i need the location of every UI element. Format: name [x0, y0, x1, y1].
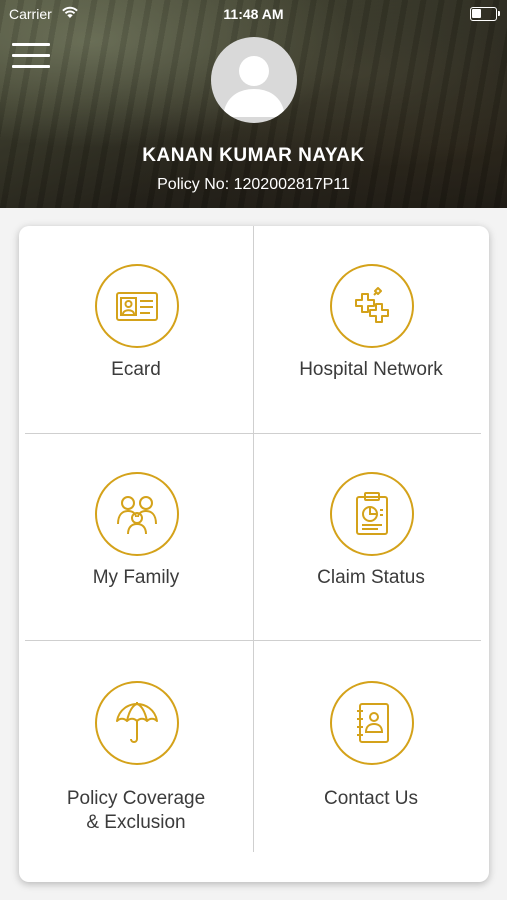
id-card-icon [95, 264, 179, 348]
policy-coverage-label-line1: Policy Coverage [66, 788, 206, 809]
policy-coverage-label-line2: & Exclusion [86, 812, 186, 833]
ecard-label: Ecard [111, 359, 161, 380]
contact-us-label: Contact Us [324, 788, 418, 809]
status-time: 11:48 AM [223, 6, 284, 22]
claim-status-label: Claim Status [317, 567, 425, 588]
ecard-tile[interactable]: Ecard [19, 226, 253, 433]
policy-coverage-label: Policy Coverage & Exclusion [19, 787, 253, 835]
status-bar: Carrier 11:48 AM [0, 0, 507, 28]
hospital-network-tile[interactable]: Hospital Network [254, 226, 488, 433]
hospital-network-label: Hospital Network [299, 359, 443, 380]
user-name: KANAN KUMAR NAYAK [142, 145, 365, 166]
menu-grid-card: Ecard Hospital Network My Family Claim S… [19, 226, 489, 882]
policy-number: Policy No: 1202002817P11 [157, 176, 350, 193]
clipboard-chart-icon [330, 472, 414, 556]
claim-status-tile[interactable]: Claim Status [254, 434, 488, 641]
umbrella-icon [95, 681, 179, 765]
user-avatar-icon[interactable] [211, 37, 297, 123]
hospital-crosses-icon [330, 264, 414, 348]
my-family-tile[interactable]: My Family [19, 434, 253, 641]
battery-icon [470, 7, 500, 21]
hamburger-menu-icon[interactable] [12, 42, 50, 70]
family-icon [95, 472, 179, 556]
policy-coverage-tile[interactable]: Policy Coverage & Exclusion [19, 641, 253, 848]
my-family-label: My Family [92, 567, 180, 588]
address-book-icon [330, 681, 414, 765]
contact-us-tile[interactable]: Contact Us [254, 641, 488, 848]
